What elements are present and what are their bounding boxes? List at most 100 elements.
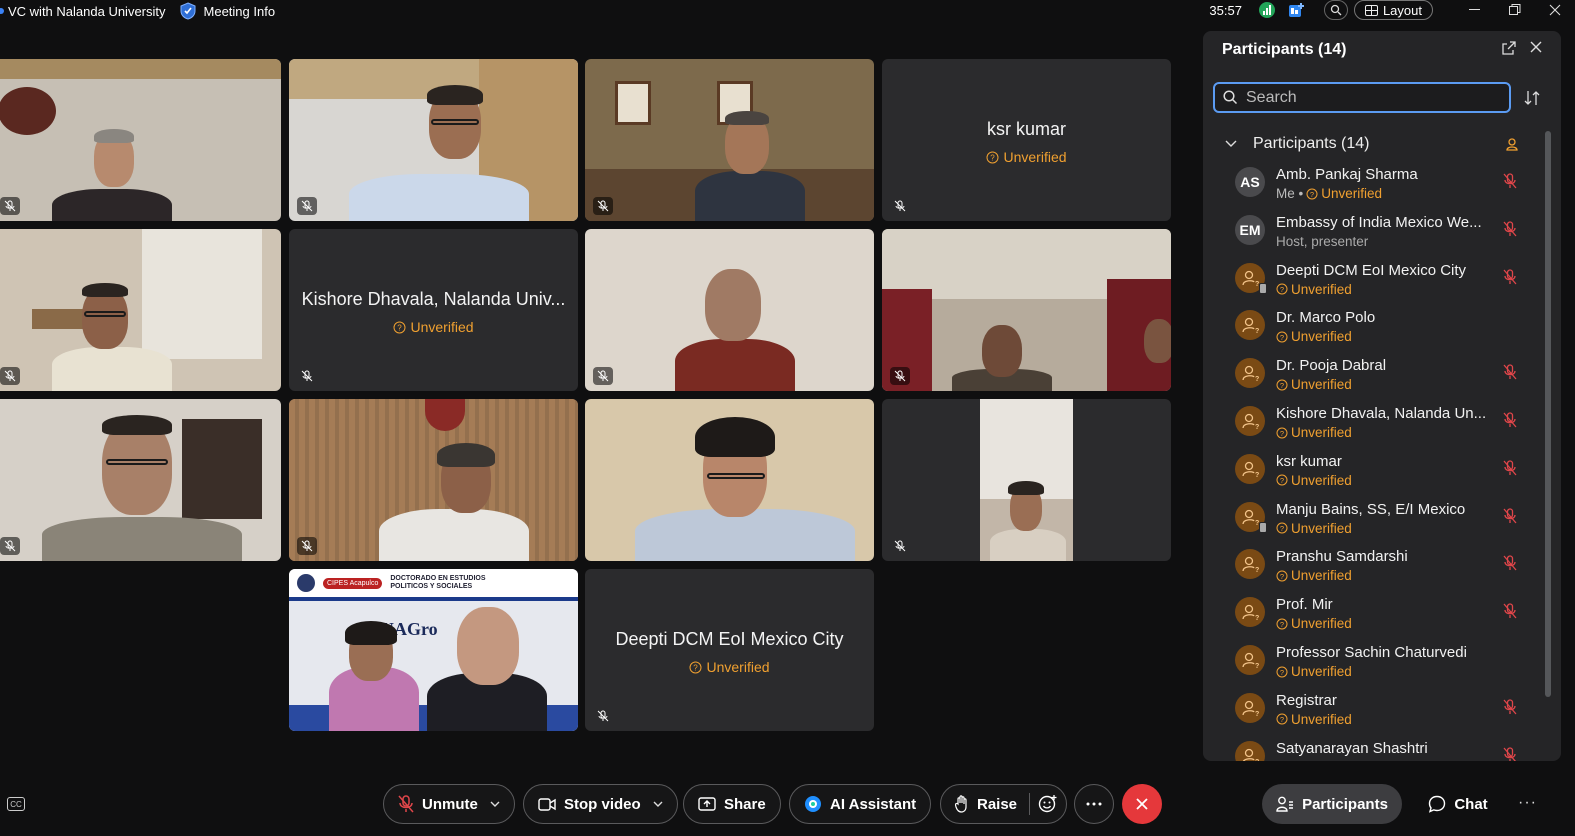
participant-row[interactable]: ? Pranshu Samdarshi ? Unverified bbox=[1203, 541, 1543, 589]
muted-mic-icon[interactable] bbox=[1503, 173, 1519, 191]
emoji-reaction-icon[interactable] bbox=[1038, 794, 1058, 814]
video-tile-deepti-dcm[interactable]: Deepti DCM EoI Mexico City ? Unverified bbox=[585, 569, 874, 731]
participant-name: Dr. Pooja Dabral bbox=[1276, 357, 1387, 375]
guest-avatar-icon: ? bbox=[1235, 358, 1265, 389]
participant-row[interactable]: ? Manju Bains, SS, E/I Mexico ? Unverified bbox=[1203, 494, 1543, 542]
video-feed bbox=[0, 59, 281, 221]
muted-mic-icon[interactable] bbox=[1503, 268, 1519, 287]
participant-row[interactable]: ? Prof. Mir ? Unverified bbox=[1203, 589, 1543, 637]
participant-row[interactable]: AS Amb. Pankaj Sharma Me •? Unverified bbox=[1203, 159, 1543, 207]
muted-mic-icon[interactable] bbox=[1503, 699, 1519, 717]
unverified-badge: ?Unverified bbox=[1276, 473, 1352, 488]
muted-mic-icon[interactable] bbox=[1503, 364, 1519, 382]
participants-button[interactable]: Participants bbox=[1262, 784, 1402, 824]
network-health-icon[interactable] bbox=[1256, 1, 1278, 19]
unverified-icon: ? bbox=[986, 151, 999, 163]
unverified-badge: ?Unverified bbox=[1276, 712, 1352, 727]
more-panels-icon[interactable]: ··· bbox=[1518, 794, 1537, 812]
participants-icon bbox=[1276, 796, 1294, 812]
stop-video-button[interactable]: Stop video bbox=[523, 784, 678, 824]
uag-banner-left: CIPES Acapulco bbox=[323, 577, 383, 589]
popout-icon[interactable] bbox=[1501, 40, 1519, 58]
participant-row[interactable]: ? Satyanarayan Shashtri ?Unverified bbox=[1203, 733, 1543, 761]
video-tile[interactable] bbox=[289, 399, 578, 561]
participant-name: Manju Bains, SS, E/I Mexico bbox=[1276, 500, 1466, 518]
participant-search[interactable] bbox=[1213, 82, 1511, 113]
video-tile[interactable] bbox=[882, 399, 1171, 561]
video-tile[interactable] bbox=[0, 59, 281, 221]
zoom-icon[interactable] bbox=[1323, 0, 1348, 20]
ai-assistant-button[interactable]: AI Assistant bbox=[789, 784, 932, 824]
unmute-button[interactable]: Unmute bbox=[383, 784, 515, 824]
search-input[interactable] bbox=[1246, 88, 1486, 107]
muted-mic-icon[interactable] bbox=[1503, 507, 1519, 526]
video-tile[interactable] bbox=[882, 229, 1171, 391]
tile-unverified-badge: ? Unverified bbox=[882, 149, 1171, 165]
chat-icon bbox=[1429, 795, 1446, 813]
guest-avatar-icon: ? bbox=[1235, 645, 1265, 675]
participant-name: Prof. Mir bbox=[1276, 596, 1333, 614]
muted-mic-icon bbox=[297, 537, 317, 555]
video-tile[interactable] bbox=[0, 399, 281, 561]
video-tile[interactable] bbox=[585, 399, 874, 561]
muted-mic-icon[interactable] bbox=[1503, 746, 1519, 761]
video-feed bbox=[289, 59, 578, 221]
closed-captions-icon[interactable]: CC bbox=[7, 797, 25, 811]
chat-button[interactable]: Chat bbox=[1418, 784, 1498, 824]
sort-icon[interactable] bbox=[1523, 89, 1543, 109]
raise-hand-button[interactable]: Raise bbox=[940, 784, 1068, 824]
app-integration-icon[interactable] bbox=[1286, 1, 1308, 19]
participant-row[interactable]: ? Registrar ? Unverified bbox=[1203, 685, 1543, 733]
layout-button[interactable]: Layout bbox=[1353, 0, 1433, 20]
svg-text:?: ? bbox=[1255, 663, 1259, 669]
muted-mic-icon bbox=[593, 707, 613, 725]
more-options-button[interactable] bbox=[1074, 784, 1114, 824]
video-feed bbox=[585, 229, 874, 391]
meeting-info-button[interactable]: Meeting Info bbox=[180, 2, 275, 20]
video-tile[interactable] bbox=[289, 59, 578, 221]
participant-name: Pranshu Samdarshi bbox=[1276, 548, 1408, 566]
muted-mic-icon bbox=[0, 367, 20, 385]
video-tile[interactable] bbox=[585, 59, 874, 221]
muted-mic-icon[interactable] bbox=[1503, 603, 1519, 621]
share-button[interactable]: Share bbox=[683, 784, 781, 824]
muted-mic-icon[interactable] bbox=[1503, 460, 1519, 478]
participant-row[interactable]: ? Professor Sachin Chaturvedi ? Unverified bbox=[1203, 637, 1543, 685]
participant-name: Kishore Dhavala, Nalanda Un... bbox=[1276, 405, 1487, 422]
svg-text:?: ? bbox=[1255, 472, 1259, 478]
close-panel-icon[interactable] bbox=[1529, 40, 1547, 58]
chevron-down-icon[interactable] bbox=[490, 801, 500, 807]
panel-scrollbar[interactable] bbox=[1545, 131, 1551, 697]
svg-text:?: ? bbox=[1280, 285, 1284, 294]
muted-mic-icon[interactable] bbox=[1503, 412, 1519, 430]
chevron-down-icon[interactable] bbox=[653, 801, 663, 807]
presenter-icon[interactable] bbox=[1505, 137, 1519, 151]
svg-text:?: ? bbox=[991, 153, 996, 162]
avatar-initials: EM bbox=[1239, 221, 1261, 238]
app-status-dot bbox=[0, 8, 4, 14]
svg-text:?: ? bbox=[1280, 524, 1284, 533]
participant-row[interactable]: ? Kishore Dhavala, Nalanda Un... ? Unverifi… bbox=[1203, 398, 1543, 446]
unverified-badge: ?Unverified bbox=[1276, 760, 1352, 761]
video-tile-ksr-kumar[interactable]: ksr kumar ? Unverified bbox=[882, 59, 1171, 221]
video-tile[interactable] bbox=[585, 229, 874, 391]
minimize-button[interactable] bbox=[1455, 0, 1495, 20]
meeting-timer: 35:57 bbox=[1209, 2, 1242, 18]
participant-row[interactable]: ? Dr. Marco Polo ? Unverified bbox=[1203, 302, 1543, 350]
video-tile-kishore-dhavala[interactable]: Kishore Dhavala, Nalanda Univ... ? Unver… bbox=[289, 229, 578, 391]
participant-row[interactable]: ? ksr kumar ? Unverified bbox=[1203, 446, 1543, 494]
end-meeting-button[interactable] bbox=[1122, 784, 1162, 824]
participant-row[interactable]: ? Deepti DCM EoI Mexico City ? Unverified bbox=[1203, 255, 1543, 303]
video-tile[interactable] bbox=[0, 229, 281, 391]
video-feed bbox=[0, 399, 281, 561]
video-tile[interactable]: CIPES Acapulco DOCTORADO EN ESTUDIOS POL… bbox=[289, 569, 578, 731]
muted-mic-icon[interactable] bbox=[1503, 221, 1519, 239]
svg-text:?: ? bbox=[1255, 376, 1259, 382]
participants-group-header[interactable]: Participants (14) bbox=[1225, 135, 1525, 153]
restore-button[interactable] bbox=[1495, 0, 1535, 20]
muted-mic-icon bbox=[593, 197, 613, 215]
participant-row[interactable]: EM Embassy of India Mexico We... Host, pre… bbox=[1203, 207, 1543, 255]
muted-mic-icon[interactable] bbox=[1503, 555, 1519, 573]
participant-row[interactable]: ? Dr. Pooja Dabral ? Unverified bbox=[1203, 350, 1543, 398]
close-window-button[interactable] bbox=[1535, 0, 1575, 20]
